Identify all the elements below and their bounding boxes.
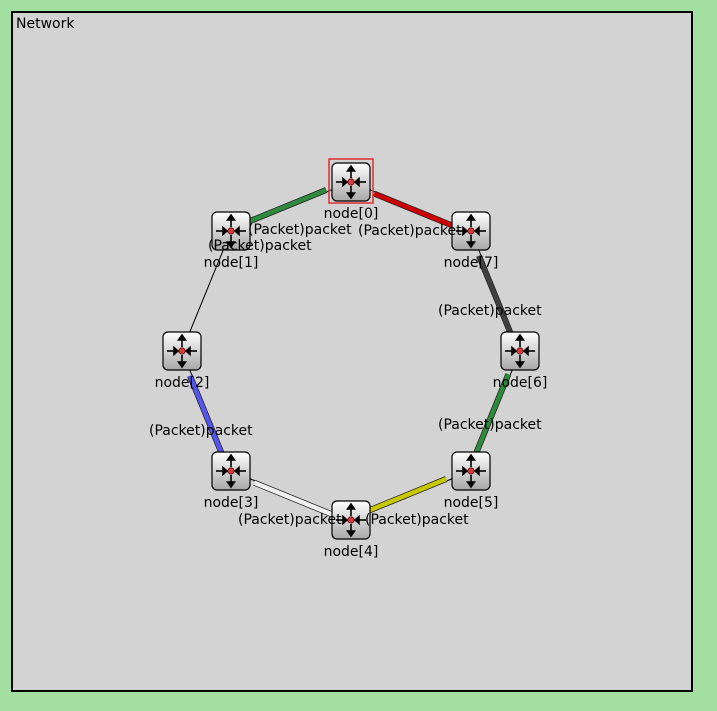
packet-label: (Packet)packet [248,222,352,238]
packet-label: (Packet)packet [365,512,469,528]
node-3[interactable] [211,451,251,491]
packet-label: (Packet)packet [208,238,312,254]
node-label: node[1] [204,255,259,271]
node-0[interactable] [328,158,374,204]
packet-arrow [373,191,454,228]
packet-arrow [247,187,328,224]
router-center-dot [178,347,186,355]
node-label: node[3] [204,495,259,511]
router-center-dot [467,227,475,235]
packet-label: (Packet)packet [149,423,253,439]
packet-label: (Packet)packet [438,417,542,433]
packet-arrow [367,476,448,513]
node-label: node[2] [155,375,210,391]
node-label: node[7] [444,255,499,271]
node-2[interactable] [162,331,202,371]
router-center-dot [227,467,235,475]
router-center-dot [347,178,355,186]
router-center-dot [227,227,235,235]
node-6[interactable] [500,331,540,371]
packet-arrow [253,480,334,517]
router-center-dot [467,467,475,475]
packet-label: (Packet)packet [358,223,462,239]
node-5[interactable] [451,451,491,491]
network-canvas[interactable]: Network node[0] node[1] node[2] node[3] node… [11,11,693,692]
router-center-dot [516,347,524,355]
node-label: node[6] [493,375,548,391]
packet-label: (Packet)packet [438,303,542,319]
network-diagram[interactable]: node[0] node[1] node[2] node[3] node[4] node[… [13,13,691,690]
node-label: node[5] [444,495,499,511]
router-center-dot [347,516,355,524]
packet-label: (Packet)packet [238,512,342,528]
node-label: node[0] [324,206,379,222]
node-label: node[4] [324,544,379,560]
